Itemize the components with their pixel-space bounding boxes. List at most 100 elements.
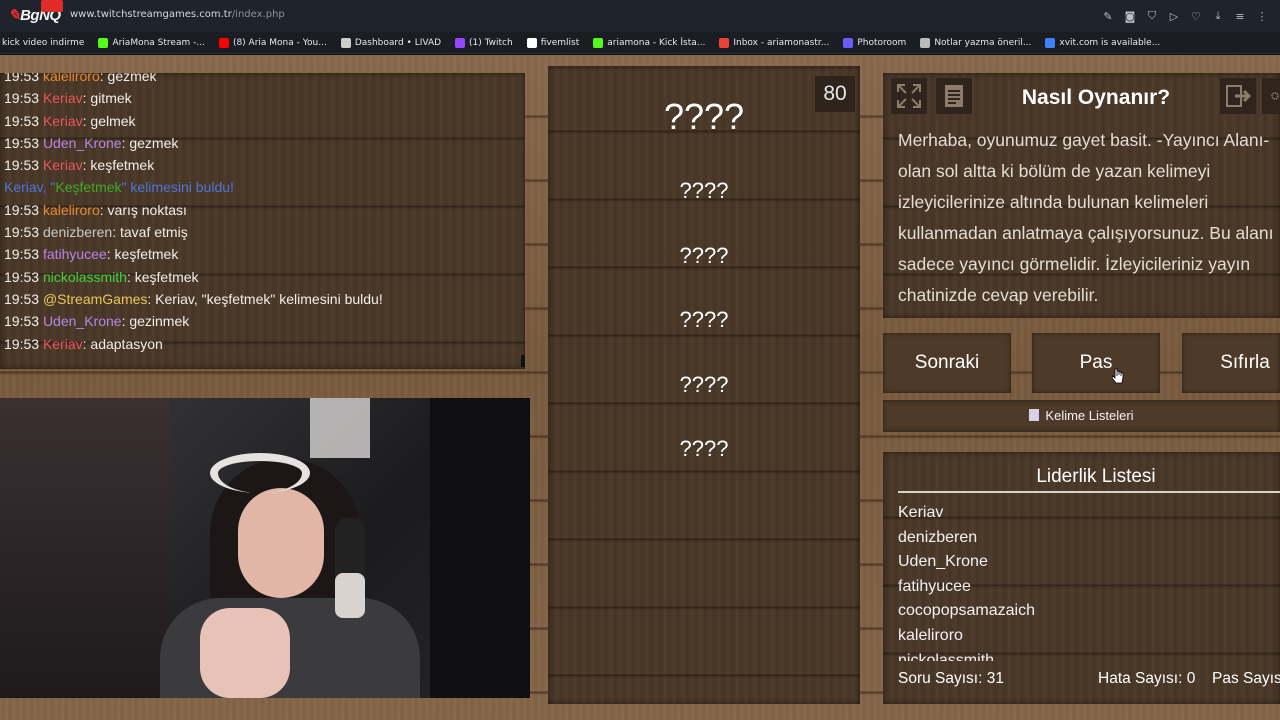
howto-line: sadece yayıncı görmelidir. İzleyicilerin… (898, 254, 1251, 274)
bookmark-favicon-icon (455, 37, 466, 48)
bookmark-favicon-icon (920, 37, 931, 48)
chat-timestamp: 19:53 (4, 112, 40, 129)
bookmark-item[interactable]: (1) Twitch (455, 37, 513, 48)
url-host: www.twitchstreamgames.com.tr (70, 9, 232, 20)
word-lists-button[interactable]: Kelime Listeleri (883, 400, 1280, 432)
chat-username: fatihyucee (42, 246, 107, 263)
howto-text: Merhaba, oyunumuz gayet basit. -Yayıncı … (898, 125, 1280, 311)
error-count: Hata Sayısı: 0 (1098, 670, 1196, 687)
bookmark-item[interactable]: (8) Aria Mona - You... (218, 37, 327, 48)
bookmark-favicon-icon (719, 37, 730, 48)
chat-timestamp: 19:53 (4, 90, 40, 107)
leaderboard-entry: nickolassmith (898, 651, 995, 661)
words-panel: ???? ???? ???? ???? ???? ???? (548, 66, 860, 704)
chat-text: : gezinmek (121, 313, 190, 330)
chat-username: @StreamGames (42, 290, 148, 307)
chat-text: : gelmek (82, 112, 136, 129)
bookmark-item[interactable]: Dashboard • LIVAD (340, 37, 442, 48)
howto-title: Nasıl Oynanır? (1021, 86, 1171, 109)
chat-text: : varış noktası (99, 201, 187, 218)
chat-username: Keriav (42, 335, 83, 352)
bookmark-item[interactable]: xvit.com is available... (1045, 37, 1161, 48)
chat-username: Uden_Krone (42, 313, 122, 330)
notes-icon[interactable] (936, 78, 972, 114)
streamer-webcam (0, 398, 530, 698)
forbidden-word-5: ???? (679, 436, 729, 461)
address-bar[interactable]: www.twitchstreamgames.com.tr/index.php (70, 9, 285, 20)
bookmark-label: Dashboard • LIVAD (354, 37, 442, 48)
url-path: /index.php (231, 9, 285, 20)
leaderboard-title: Liderlik Listesi (1036, 466, 1156, 487)
howto-line: kullanmadan anlatmaya çalışıyorsunuz. Bu… (898, 223, 1274, 243)
logout-icon[interactable] (1220, 78, 1256, 114)
more-icon[interactable]: ⋮ (1254, 8, 1270, 24)
chat-timestamp: 19:53 (4, 224, 40, 241)
timer-counter: 80 (815, 76, 855, 112)
bookmark-item[interactable]: ariamona - Kick İsta... (593, 37, 706, 48)
howto-line: olan sol altta ki bölüm de yazan kelimey… (898, 161, 1211, 181)
webcam-headphones (210, 453, 310, 493)
camera-icon[interactable]: ◙ (1122, 8, 1138, 24)
fullscreen-icon[interactable] (891, 78, 927, 114)
webcam-face (238, 488, 324, 598)
bookmark-label: Notlar yazma öneril... (934, 37, 1032, 48)
bookmark-item[interactable]: fivemlist (526, 37, 579, 48)
menu-icon[interactable]: ≡ (1232, 8, 1248, 24)
bookmark-label: AriaMona Stream -... (112, 37, 205, 48)
bookmark-label: ariamona - Kick İsta... (607, 37, 706, 48)
bookmark-label: kick video indirme (2, 37, 85, 48)
chat-scrollbar[interactable] (521, 355, 525, 367)
mouse-cursor-icon (1112, 368, 1124, 384)
bookmark-favicon-icon (843, 37, 854, 48)
pass-button[interactable]: Pas (1032, 333, 1160, 393)
chat-timestamp: 19:53 (4, 201, 40, 218)
play-icon[interactable]: ▷ (1166, 8, 1182, 24)
bookmark-favicon-icon (218, 37, 229, 48)
webcam-mic-light (335, 573, 365, 618)
chat-username: Keriav (42, 112, 83, 129)
chat-username: nickolassmith (42, 268, 127, 285)
found-word: Keşfetmek (55, 179, 122, 196)
howto-line: chatinizde cevap verebilir. (898, 285, 1099, 305)
bookmark-item[interactable]: kick video indirme (2, 38, 84, 48)
browser-toolbar: ✎BgNQ www.twitchstreamgames.com.tr/index… (0, 0, 1280, 32)
chat-username: Keriav (42, 90, 83, 107)
shield-icon[interactable]: ⛉ (1144, 8, 1160, 24)
bookmark-label: (8) Aria Mona - You... (232, 37, 327, 48)
next-button[interactable]: Sonraki (883, 333, 1011, 393)
leaderboard-divider (898, 491, 1280, 493)
download-icon[interactable]: ⤓ (1210, 8, 1226, 24)
webcam-hands (200, 608, 290, 698)
browser-actions: ✎ ◙ ⛉ ▷ ♡ ⤓ ≡ ⋮ (1100, 8, 1270, 24)
settings-icon[interactable] (1262, 78, 1280, 114)
forbidden-word-4: ???? (679, 372, 729, 397)
chat-message: 19:53 Uden_Krone: gezmek (0, 132, 525, 154)
chat-message: 19:53 Keriav: keşfetmek (0, 154, 525, 176)
bookmark-item[interactable]: Photoroom (843, 37, 906, 48)
chat-timestamp: 19:53 (4, 157, 40, 174)
webcam-light (310, 398, 370, 458)
bookmark-item[interactable]: Notlar yazma öneril... (920, 37, 1032, 48)
webcam-shelf (0, 398, 170, 698)
chat-text: : gezmek (99, 73, 157, 84)
chat-message: 19:53 @StreamGames: Keriav, "keşfetmek" … (0, 288, 525, 310)
forbidden-word-3: ???? (679, 307, 729, 332)
heart-icon[interactable]: ♡ (1188, 8, 1204, 24)
bookmark-favicon-icon (340, 37, 351, 48)
bookmark-label: xvit.com is available... (1059, 37, 1161, 48)
chat-username: kaleliroro (42, 201, 100, 218)
reset-button[interactable]: Sıfırla (1182, 333, 1280, 393)
pass-count: Pas Sayısı (1212, 670, 1280, 687)
chat-timestamp: 19:53 (4, 268, 40, 285)
webcam-door (430, 398, 530, 698)
question-count: Soru Sayısı: 31 (898, 670, 1004, 687)
system-message-prefix: Keriav, " (4, 179, 56, 196)
leaderboard-entry: cocopopsamazaich (898, 602, 1035, 620)
bookmark-item[interactable]: AriaMona Stream -... (98, 37, 205, 48)
edit-icon[interactable]: ✎ (1100, 8, 1116, 24)
leaderboard-entry: kaleliroro (898, 626, 963, 644)
bookmark-item[interactable]: Inbox - ariamonastr... (719, 37, 829, 48)
chat-message: 19:53 Keriav: adaptasyon (0, 333, 525, 355)
leaderboard-entry: fatihyucee (898, 577, 971, 595)
bookmark-favicon-icon (1045, 37, 1056, 48)
